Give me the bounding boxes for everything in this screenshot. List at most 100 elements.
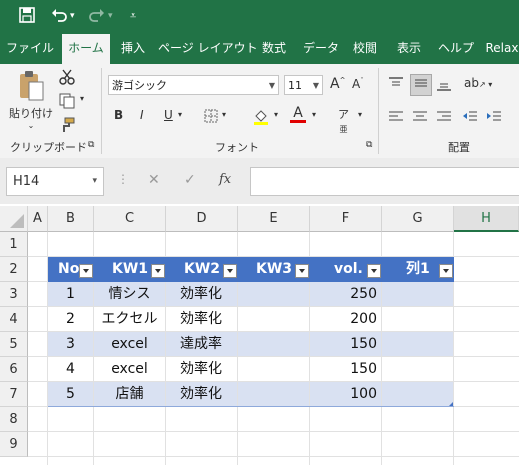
table-cell[interactable]: 200 <box>310 307 382 332</box>
table-cell[interactable]: 3 <box>48 332 94 357</box>
font-launcher-icon[interactable]: ⧉ <box>366 140 372 150</box>
table-resize-handle[interactable] <box>449 402 453 406</box>
phonetic-dropdown-icon[interactable]: ▾ <box>358 110 362 119</box>
table-header-kw2[interactable]: KW2 <box>166 257 238 282</box>
align-left-icon[interactable] <box>388 110 404 127</box>
table-header-kw1[interactable]: KW1 <box>94 257 166 282</box>
table-cell[interactable] <box>382 357 454 382</box>
worksheet-grid[interactable]: A B C D E F G H 1 2 3 4 5 6 7 8 9 No KW1… <box>0 206 519 465</box>
font-name-combo[interactable]: 游ゴシック ▼ <box>108 75 279 95</box>
filter-dropdown-icon[interactable] <box>367 264 381 278</box>
align-bottom-icon[interactable] <box>436 76 452 95</box>
column-header-D[interactable]: D <box>166 206 238 232</box>
column-header-C[interactable]: C <box>94 206 166 232</box>
cancel-icon[interactable]: ✕ <box>148 172 160 188</box>
align-center-icon[interactable] <box>412 110 428 127</box>
table-header-kw3[interactable]: KW3 <box>238 257 310 282</box>
row-header-8[interactable]: 8 <box>0 407 28 432</box>
name-box-dropdown-icon[interactable]: ▾ <box>92 168 97 195</box>
tab-data[interactable]: データ <box>298 34 344 64</box>
table-cell[interactable] <box>238 382 310 407</box>
table-cell[interactable]: 150 <box>310 332 382 357</box>
column-header-F[interactable]: F <box>310 206 382 232</box>
fill-color-icon[interactable] <box>252 108 270 129</box>
table-cell[interactable]: excel <box>94 332 166 357</box>
table-cell[interactable]: 情シス <box>94 282 166 307</box>
phonetic-icon[interactable]: ア亜 <box>338 106 349 135</box>
column-header-A[interactable]: A <box>28 206 48 232</box>
table-cell[interactable]: excel <box>94 357 166 382</box>
table-cell[interactable]: 150 <box>310 357 382 382</box>
undo-dropdown-icon[interactable]: ▾ <box>70 6 75 26</box>
row-header-7[interactable]: 7 <box>0 382 28 407</box>
tab-page-layout[interactable]: ページ レイアウト <box>158 34 258 64</box>
row-header-2[interactable]: 2 <box>0 257 28 282</box>
italic-button[interactable]: I <box>140 108 144 122</box>
table-cell[interactable]: 効率化 <box>166 357 238 382</box>
table-cell[interactable]: 効率化 <box>166 382 238 407</box>
table-cell[interactable]: 100 <box>310 382 382 407</box>
table-cell[interactable] <box>382 332 454 357</box>
row-header-9[interactable]: 9 <box>0 432 28 457</box>
decrease-font-icon[interactable]: Aˇ <box>352 77 364 91</box>
filter-dropdown-icon[interactable] <box>151 264 165 278</box>
column-header-B[interactable]: B <box>48 206 94 232</box>
clipboard-launcher-icon[interactable]: ⧉ <box>88 140 94 150</box>
table-cell[interactable]: 1 <box>48 282 94 307</box>
bold-button[interactable]: B <box>114 108 123 122</box>
tab-formulas[interactable]: 数式 <box>256 34 292 64</box>
table-cell[interactable] <box>382 282 454 307</box>
underline-dropdown-icon[interactable]: ▾ <box>178 110 182 119</box>
customize-qat-icon[interactable]: ⩡ <box>130 6 136 26</box>
row-header-4[interactable]: 4 <box>0 307 28 332</box>
save-icon[interactable] <box>18 6 36 26</box>
underline-button[interactable]: U <box>164 108 173 122</box>
select-all-corner[interactable] <box>0 206 28 232</box>
borders-dropdown-icon[interactable]: ▾ <box>222 110 226 119</box>
table-header-col1[interactable]: 列1 <box>382 257 454 282</box>
table-cell[interactable]: 効率化 <box>166 282 238 307</box>
table-cell[interactable]: 4 <box>48 357 94 382</box>
font-color-dropdown-icon[interactable]: ▾ <box>312 110 316 119</box>
tab-view[interactable]: 表示 <box>392 34 426 64</box>
table-cell[interactable] <box>238 307 310 332</box>
copy-icon[interactable] <box>58 92 76 113</box>
table-cell[interactable]: 250 <box>310 282 382 307</box>
table-header-no[interactable]: No <box>48 257 94 282</box>
tab-insert[interactable]: 挿入 <box>114 34 152 64</box>
paste-button[interactable]: 貼り付け ⌄ <box>8 70 54 130</box>
enter-icon[interactable]: ✓ <box>184 172 196 188</box>
decrease-indent-icon[interactable] <box>462 110 478 127</box>
increase-font-icon[interactable]: A^ <box>330 76 345 92</box>
table-cell[interactable]: 効率化 <box>166 307 238 332</box>
filter-dropdown-icon[interactable] <box>79 264 93 278</box>
increase-indent-icon[interactable] <box>486 110 502 127</box>
row-header-3[interactable]: 3 <box>0 282 28 307</box>
font-size-combo[interactable]: 11 ▼ <box>284 75 323 95</box>
tab-help[interactable]: ヘルプ <box>436 34 476 64</box>
table-cell[interactable]: 達成率 <box>166 332 238 357</box>
column-header-G[interactable]: G <box>382 206 454 232</box>
table-cell[interactable] <box>382 382 454 407</box>
tab-file[interactable]: ファイル <box>4 34 56 64</box>
insert-function-icon[interactable]: fx <box>219 172 231 187</box>
table-cell[interactable]: エクセル <box>94 307 166 332</box>
redo-icon[interactable] <box>88 6 106 26</box>
filter-dropdown-icon[interactable] <box>439 264 453 278</box>
filter-dropdown-icon[interactable] <box>295 264 309 278</box>
table-cell[interactable]: 5 <box>48 382 94 407</box>
align-top-icon[interactable] <box>388 76 404 95</box>
column-header-E[interactable]: E <box>238 206 310 232</box>
row-header-1[interactable]: 1 <box>0 232 28 257</box>
table-cell[interactable]: 2 <box>48 307 94 332</box>
table-cell[interactable] <box>238 332 310 357</box>
orientation-icon[interactable]: ab↗ ▾ <box>464 76 492 90</box>
align-middle-icon[interactable] <box>410 74 432 96</box>
filter-dropdown-icon[interactable] <box>223 264 237 278</box>
formula-input[interactable] <box>250 167 519 196</box>
align-right-icon[interactable] <box>436 110 452 127</box>
table-cell[interactable] <box>238 357 310 382</box>
table-header-vol[interactable]: vol. <box>310 257 382 282</box>
table-cell[interactable] <box>238 282 310 307</box>
cut-icon[interactable] <box>58 68 76 89</box>
